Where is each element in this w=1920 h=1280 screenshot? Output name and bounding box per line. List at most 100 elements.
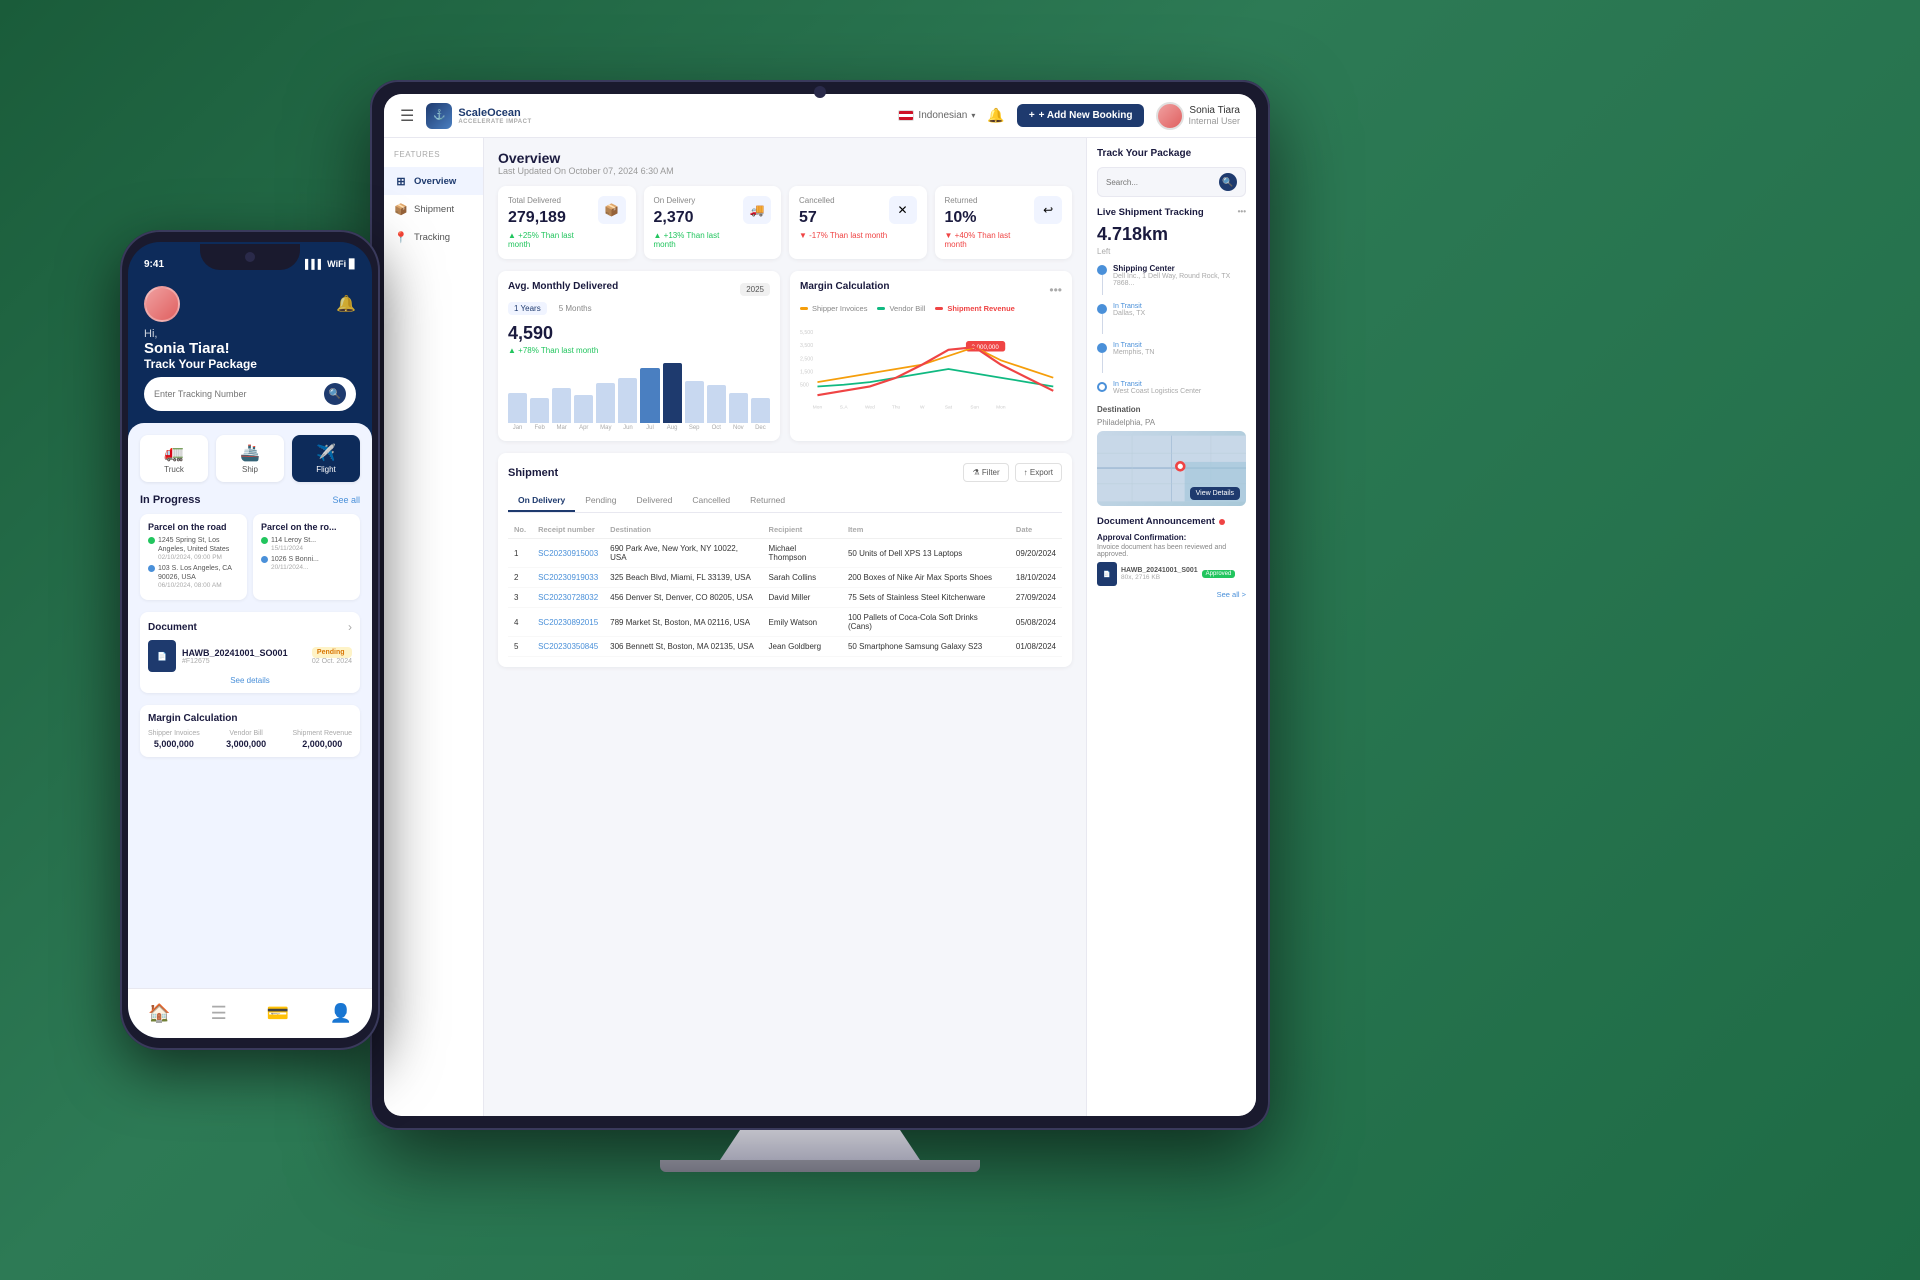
timeline-location-1: Shipping Center	[1113, 264, 1246, 273]
doc-phone-name: HAWB_20241001_SO001	[182, 648, 306, 658]
language-selector[interactable]: Indonesian ▾	[898, 110, 975, 121]
stat-change-3: ▼ -17% Than last month	[799, 231, 887, 240]
table-row: 3 SC20230728032 456 Denver St, Denver, C…	[508, 588, 1062, 608]
phone-device: 9:41 ▌▌▌ WiFi ▊ 🔔 Hi, Sonia Tiara! Track…	[120, 230, 380, 1050]
tab-truck[interactable]: 🚛 Truck	[140, 435, 208, 482]
nav-profile[interactable]: 👤	[329, 1003, 351, 1024]
doc-phone-date: 02 Oct. 2024	[312, 658, 352, 665]
in-progress-section: In Progress See all Parcel on the road 1…	[140, 494, 360, 600]
svg-text:W: W	[920, 404, 925, 410]
phone-search-button[interactable]: 🔍	[324, 383, 346, 405]
receipt-link[interactable]: SC20230915003	[538, 549, 598, 558]
tab-flight[interactable]: ✈️ Flight	[292, 435, 360, 482]
track-package-title: Track Your Package	[1097, 148, 1246, 159]
see-details-link[interactable]: See details	[148, 676, 352, 685]
receipt-link[interactable]: SC20230728032	[538, 593, 598, 602]
phone-search-bar: 🔍	[144, 377, 356, 411]
nav-home[interactable]: 🏠	[148, 1003, 170, 1024]
menu-nav-icon: ☰	[211, 1003, 227, 1024]
menu-icon[interactable]: ☰	[400, 106, 414, 126]
timeline-address-2: Dallas, TX	[1113, 310, 1246, 317]
bar-apr	[574, 395, 593, 423]
margin-vendor: Vendor Bill 3,000,000	[226, 730, 266, 749]
stat-value-1: 279,189	[508, 209, 598, 227]
filter-button[interactable]: ⚗ Filter	[963, 463, 1008, 482]
doc-phone-title: Document	[148, 622, 197, 633]
sidebar-overview-label: Overview	[414, 176, 456, 187]
user-info: Sonia Tiara Internal User	[1156, 102, 1240, 130]
col-receipt: Receipt number	[532, 521, 604, 539]
origin-dot-2	[261, 537, 268, 544]
sidebar-item-tracking[interactable]: 📍 Tracking	[384, 223, 483, 251]
document-section: Document Announcement Approval Confirmat…	[1097, 516, 1246, 599]
stat-label-3: Cancelled	[799, 196, 887, 205]
view-details-button[interactable]: View Details	[1190, 487, 1240, 500]
truck-label: Truck	[146, 465, 202, 474]
tab-on-delivery[interactable]: On Delivery	[508, 490, 575, 512]
receipt-link[interactable]: SC20230919033	[538, 573, 598, 582]
tab-cancelled[interactable]: Cancelled	[682, 490, 740, 512]
map-view: View Details	[1097, 431, 1246, 506]
bar-dec	[751, 398, 770, 423]
overview-icon: ⊞	[394, 174, 408, 188]
tracking-distance: 4.718km	[1097, 224, 1246, 245]
doc-file-name: HAWB_20241001_S001	[1121, 567, 1198, 574]
track-search-input[interactable]	[1106, 178, 1219, 187]
shipment-section: Shipment ⚗ Filter ↑ Export On Delivery P…	[498, 453, 1072, 667]
see-all-link[interactable]: See all >	[1097, 590, 1246, 599]
year-badge: 2025	[740, 283, 770, 296]
see-all-button[interactable]: See all	[332, 495, 360, 505]
svg-text:500: 500	[800, 382, 809, 388]
phone-content: 🚛 Truck 🚢 Ship ✈️ Flight In Prog	[128, 423, 372, 988]
sidebar-item-shipment[interactable]: 📦 Shipment	[384, 195, 483, 223]
stat-total-delivered: Total Delivered 279,189 ▲ +25% Than last…	[498, 186, 636, 259]
sidebar: FEATURES ⊞ Overview 📦 Shipment 📍 Trackin…	[384, 138, 484, 1116]
sidebar-item-overview[interactable]: ⊞ Overview	[384, 167, 483, 195]
tab-returned[interactable]: Returned	[740, 490, 795, 512]
shipment-table: No. Receipt number Destination Recipient…	[508, 521, 1062, 657]
tab-delivered[interactable]: Delivered	[626, 490, 682, 512]
tab-pending[interactable]: Pending	[575, 490, 626, 512]
add-booking-button[interactable]: + + Add New Booking	[1017, 104, 1145, 127]
stat-label-2: On Delivery	[654, 196, 744, 205]
tablet-topbar: ☰ ⚓ ScaleOcean ACCELERATE IMPACT Indones…	[384, 94, 1256, 138]
margin-phone-title: Margin Calculation	[148, 713, 352, 724]
col-no: No.	[508, 521, 532, 539]
from-text-2: 114 Leroy St...	[271, 536, 316, 545]
home-icon: 🏠	[148, 1003, 170, 1024]
stat-icon-1: 📦	[598, 196, 626, 224]
phone-navigation: 🏠 ☰ 💳 👤	[128, 988, 372, 1038]
last-updated: Last Updated On October 07, 2024 6:30 AM	[498, 166, 1072, 176]
user-avatar	[1156, 102, 1184, 130]
more-options-icon[interactable]: •••	[1238, 207, 1246, 218]
col-destination: Destination	[604, 521, 762, 539]
svg-text:5,500: 5,500	[800, 330, 813, 336]
to-date-2: 20/11/2024...	[271, 564, 319, 571]
more-icon[interactable]: •••	[1049, 283, 1062, 297]
bar-jun	[618, 378, 637, 423]
phone-bell-icon[interactable]: 🔔	[336, 294, 356, 314]
progress-cards: Parcel on the road 1245 Spring St, Los A…	[140, 514, 360, 600]
table-row: 5 SC20230350845 306 Bennett St, Boston, …	[508, 637, 1062, 657]
doc-approved-badge: Approved	[1202, 570, 1236, 578]
nav-menu[interactable]: ☰	[211, 1003, 227, 1024]
legend-shipper: Shipper Invoices	[800, 304, 867, 313]
doc-arrow-icon[interactable]: ›	[348, 620, 352, 634]
receipt-link[interactable]: SC20230892015	[538, 618, 598, 627]
tab-1year[interactable]: 1 Years	[508, 302, 547, 315]
phone-search-input[interactable]	[154, 389, 318, 399]
bell-icon[interactable]: 🔔	[987, 107, 1004, 124]
tab-5months[interactable]: 5 Months	[553, 302, 598, 315]
tracking-timeline: Shipping Center Dell Inc., 1 Dell Way, R…	[1097, 264, 1246, 395]
app-tagline: ACCELERATE IMPACT	[458, 119, 531, 125]
page-title: Overview	[498, 150, 1072, 166]
track-search-button[interactable]: 🔍	[1219, 173, 1237, 191]
in-progress-title: In Progress	[140, 494, 201, 506]
tab-ship[interactable]: 🚢 Ship	[216, 435, 284, 482]
progress-card-1: Parcel on the road 1245 Spring St, Los A…	[140, 514, 247, 600]
receipt-link[interactable]: SC20230350845	[538, 642, 598, 651]
document-title: Document Announcement	[1097, 516, 1246, 527]
nav-card[interactable]: 💳	[267, 1003, 289, 1024]
margin-phone-row: Shipper Invoices 5,000,000 Vendor Bill 3…	[148, 730, 352, 749]
export-button[interactable]: ↑ Export	[1015, 463, 1062, 482]
